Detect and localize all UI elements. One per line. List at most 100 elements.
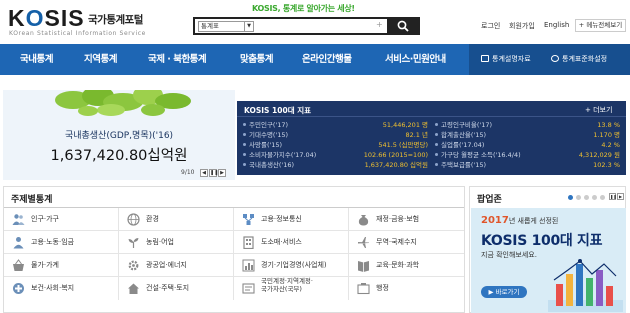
search-button[interactable] — [387, 17, 420, 35]
nav-custom[interactable]: 맞춤통계 — [240, 44, 273, 75]
document-icon — [481, 55, 489, 62]
kosis-logo[interactable]: KOSIS 국가통계포털 KOrean Statistical Informat… — [8, 7, 168, 41]
nav-publications[interactable]: 온라인간행물 — [302, 44, 352, 75]
next-icon[interactable]: ▶ — [218, 169, 226, 177]
topic-item-administration[interactable]: 행정 — [349, 277, 464, 300]
promo-subtitle: 지금 확인해보세요. — [481, 251, 537, 259]
topic-item-health[interactable]: 보건·사회·복지 — [4, 277, 119, 300]
admin-icon — [357, 283, 370, 295]
indicator-row[interactable]: 국내총생산('16) 1,637,420.80 십억원 — [243, 160, 428, 170]
indicator-row[interactable]: 주택보급률('15) 102.3 % — [435, 160, 620, 170]
indicator-row[interactable]: 기대수명('15) 82.1 년 — [243, 130, 428, 140]
nav-right-panel: 통계설명자료 통계표준화설정 — [469, 44, 630, 75]
popup-zone: 팝업존 ❚❚ ▶ 2017년 새롭게 선정된 KOSIS 100대 지표 지금 … — [469, 186, 626, 313]
topic-item-education[interactable]: 교육·문화·과학 — [349, 254, 464, 277]
pause-icon[interactable]: ❚❚ — [609, 193, 617, 200]
topic-item-labor[interactable]: 고용·노동·임금 — [4, 231, 119, 254]
account-icon — [242, 283, 255, 294]
promo-go-button[interactable]: ▶ 바로가기 — [481, 286, 527, 298]
logo-english-name: KOrean Statistical Information Service — [9, 30, 146, 37]
gdp-label: 국내총생산(GDP,명목)('16) — [64, 131, 174, 141]
indicator-more-link[interactable]: + 더보기 — [585, 105, 612, 115]
topic-item-construction[interactable]: 건설·주택·토지 — [119, 277, 234, 300]
search-expand-icon[interactable]: + — [376, 20, 383, 29]
sitemap-button[interactable]: + 메뉴전체보기 — [575, 19, 626, 32]
indicator-row[interactable]: 사망률('15) 541.5 (십만명당) — [243, 140, 428, 150]
search-category-select[interactable]: 통계표 ▼ — [198, 21, 254, 32]
indicator-row[interactable]: 합계출산율('15) 1.170 명 — [435, 130, 620, 140]
leaves-decoration — [55, 90, 191, 116]
search-bar: 통계표 ▼ + — [193, 17, 420, 35]
chevron-down-icon: ▼ — [244, 22, 253, 31]
topic-item-prices[interactable]: 물가·가계 — [4, 254, 119, 277]
topic-item-retail[interactable]: 도소매·서비스 — [234, 231, 349, 254]
globe-icon — [127, 213, 140, 226]
gdp-banner[interactable]: 국내총생산(GDP,명목)('16) 1,637,420.80십억원 9/10 … — [3, 90, 235, 180]
health-icon — [13, 283, 24, 294]
nav-services[interactable]: 서비스·민원안내 — [385, 44, 446, 75]
nav-stat-description[interactable]: 통계설명자료 — [481, 44, 531, 75]
banner-page-count: 9/10 — [181, 169, 195, 176]
indicator-row[interactable]: 가구당 월평균 소득('16.4/4) 4,312,029 원 — [435, 150, 620, 160]
house-icon — [128, 283, 139, 294]
money-bag-icon — [358, 215, 369, 226]
header: KOSIS 국가통계포털 KOrean Statistical Informat… — [0, 0, 630, 44]
nav-international[interactable]: 국제 · 북한통계 — [148, 44, 207, 75]
gear-icon — [128, 260, 139, 271]
chart-icon — [242, 259, 255, 272]
network-icon — [243, 214, 254, 225]
carousel-dot[interactable] — [592, 195, 597, 200]
topic-item-industry[interactable]: 광공업·에너지 — [119, 254, 234, 277]
topic-item-environment[interactable]: 환경 — [119, 208, 234, 231]
nav-domestic[interactable]: 국내통계 — [20, 44, 53, 75]
airplane-icon — [358, 237, 369, 248]
building-icon — [243, 236, 254, 249]
worker-icon — [13, 237, 24, 249]
search-icon — [397, 20, 409, 32]
promo-year-line: 2017년 새롭게 선정된 — [481, 215, 559, 226]
topic-item-business[interactable]: 경기·기업경영(사업체) — [234, 254, 349, 277]
book-icon — [358, 261, 369, 272]
next-icon[interactable]: ▶ — [617, 193, 624, 200]
topic-stats-title: 주제별통계 — [11, 195, 53, 205]
topic-item-trade[interactable]: 무역·국제수지 — [349, 231, 464, 254]
topic-stats-card: 주제별통계 인구·가구 환경 고용·정보통신 재정·금융·보험 고용·노동·임금… — [3, 186, 465, 313]
indicator-divider — [237, 116, 626, 117]
nav-standard-setting[interactable]: 통계표준화설정 — [551, 44, 607, 75]
indicator-title: KOSIS 100대 지표 — [244, 106, 312, 115]
popup-promo-banner[interactable]: 2017년 새롭게 선정된 KOSIS 100대 지표 지금 확인해보세요. ▶… — [471, 208, 626, 313]
pause-icon[interactable]: ❚❚ — [209, 169, 218, 177]
login-link[interactable]: 로그인 — [481, 21, 500, 31]
people-icon — [12, 214, 25, 225]
prev-icon[interactable]: ◀ — [200, 169, 208, 177]
indicator-row[interactable]: 주민인구('17) 51,446,201 명 — [243, 120, 428, 130]
logo-korean-name: 국가통계포털 — [88, 14, 143, 26]
carousel-dot-active[interactable] — [568, 195, 573, 200]
main-nav: 국내통계 지역통계 국제 · 북한통계 맞춤통계 온라인간행물 서비스·민원안내… — [0, 44, 630, 75]
basket-icon — [13, 259, 24, 271]
topic-item-national-accounts[interactable]: 국민계정·지역계정· 국가자산(국부) — [234, 277, 349, 300]
carousel-dot[interactable] — [584, 195, 589, 200]
settings-icon — [551, 55, 559, 62]
sprout-icon — [128, 238, 139, 248]
indicator-row[interactable]: 고령인구비율('17) 13.8 % — [435, 120, 620, 130]
topic-item-agriculture[interactable]: 농림·어업 — [119, 231, 234, 254]
indicator-panel: KOSIS 100대 지표 + 더보기 주민인구('17) 51,446,201 … — [237, 101, 626, 175]
popup-zone-title: 팝업존 — [477, 195, 502, 205]
indicator-row[interactable]: 소비자물가지수('17.04) 102.66 (2015=100) — [243, 150, 428, 160]
carousel-dot[interactable] — [600, 195, 605, 200]
promo-chart-illustration — [548, 259, 623, 312]
plus-icon: + — [578, 21, 585, 29]
carousel-dot[interactable] — [576, 195, 581, 200]
slogan: KOSIS, 통계로 알아가는 세상! — [252, 4, 355, 13]
english-link[interactable]: English — [544, 21, 569, 29]
topic-item-population[interactable]: 인구·가구 — [4, 208, 119, 231]
topic-item-finance[interactable]: 재정·금융·보험 — [349, 208, 464, 231]
indicator-row[interactable]: 실업률('17.04) 4.2 % — [435, 140, 620, 150]
gdp-value: 1,637,420.80십억원 — [50, 148, 188, 164]
logo-wordmark: KOSIS — [8, 5, 85, 31]
promo-headline: KOSIS 100대 지표 — [481, 233, 603, 249]
nav-regional[interactable]: 지역통계 — [84, 44, 117, 75]
join-link[interactable]: 회원가입 — [509, 21, 535, 31]
topic-item-transport[interactable]: 고용·정보통신 — [234, 208, 349, 231]
